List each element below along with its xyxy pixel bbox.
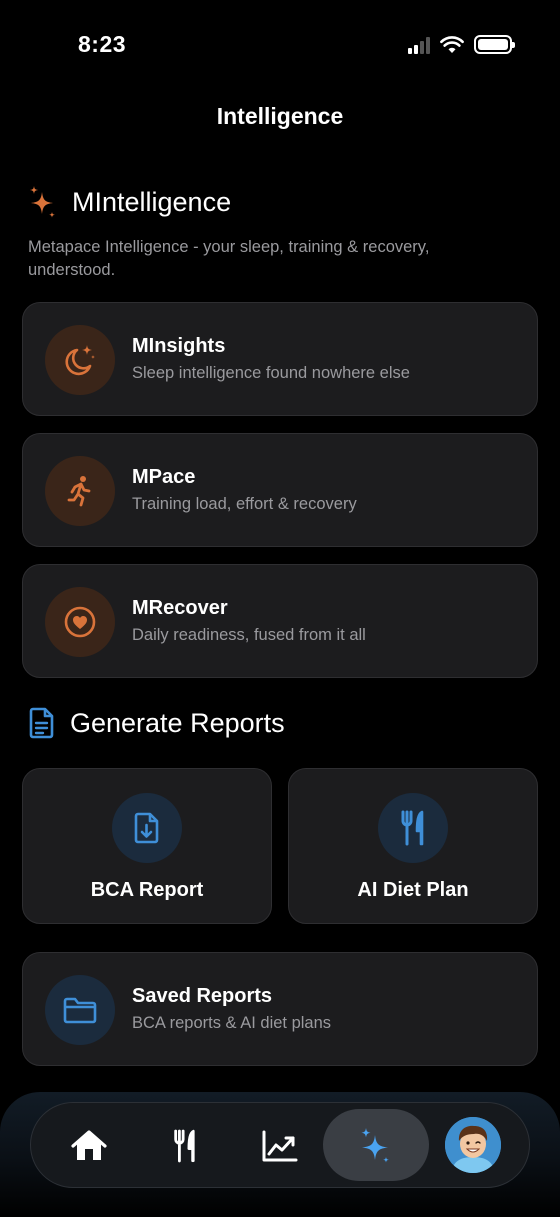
battery-icon bbox=[474, 35, 515, 54]
tab-bar bbox=[30, 1102, 530, 1188]
wifi-icon bbox=[440, 35, 464, 53]
saved-reports-subtitle: BCA reports & AI diet plans bbox=[132, 1014, 332, 1032]
saved-reports-title: Saved Reports bbox=[132, 985, 273, 1007]
minsights-icon-circle bbox=[45, 325, 115, 395]
document-icon bbox=[29, 707, 54, 739]
ai-diet-plan-label: AI Diet Plan bbox=[357, 879, 469, 901]
runner-icon bbox=[67, 476, 91, 507]
folder-icon bbox=[63, 997, 97, 1024]
bca-report-icon-circle bbox=[112, 793, 182, 863]
status-icons bbox=[408, 35, 515, 54]
cellular-signal-icon bbox=[408, 36, 430, 54]
tab-intelligence[interactable] bbox=[345, 1115, 407, 1177]
sparkles-icon bbox=[361, 1128, 389, 1163]
saved-reports-card[interactable]: Saved Reports BCA reports & AI diet plan… bbox=[22, 952, 538, 1066]
tab-home[interactable] bbox=[58, 1115, 120, 1177]
avatar-icon bbox=[445, 1117, 501, 1173]
reports-section-header: Generate Reports bbox=[28, 706, 285, 740]
sparkles-icon bbox=[30, 186, 55, 218]
mpace-card[interactable]: MPace Training load, effort & recovery bbox=[22, 433, 538, 547]
page-title: Intelligence bbox=[216, 103, 344, 129]
moon-stars-icon bbox=[65, 345, 95, 376]
mrecover-card[interactable]: MRecover Daily readiness, fused from it … bbox=[22, 564, 538, 678]
fork-knife-icon bbox=[174, 1129, 195, 1163]
saved-reports-icon-circle bbox=[45, 975, 115, 1045]
document-download-icon bbox=[134, 812, 159, 844]
heart-circle-icon bbox=[64, 606, 96, 638]
minsights-title: MInsights bbox=[132, 335, 226, 357]
intelligence-description: Metapace Intelligence - your sleep, trai… bbox=[28, 238, 430, 279]
intelligence-section-header: MIntelligence bbox=[28, 184, 231, 220]
status-time: 8:23 bbox=[78, 31, 127, 57]
minsights-subtitle: Sleep intelligence found nowhere else bbox=[132, 364, 410, 382]
mrecover-subtitle: Daily readiness, fused from it all bbox=[132, 626, 366, 644]
mpace-icon-circle bbox=[45, 456, 115, 526]
mrecover-icon-circle bbox=[45, 587, 115, 657]
tab-nutrition[interactable] bbox=[154, 1115, 216, 1177]
mpace-title: MPace bbox=[132, 466, 196, 488]
ai-diet-plan-icon-circle bbox=[378, 793, 448, 863]
bca-report-label: BCA Report bbox=[90, 879, 204, 901]
home-icon bbox=[71, 1130, 107, 1160]
mrecover-title: MRecover bbox=[132, 597, 228, 619]
intelligence-section-title: MIntelligence bbox=[72, 186, 232, 217]
minsights-card[interactable]: MInsights Sleep intelligence found nowhe… bbox=[22, 302, 538, 416]
fork-knife-icon bbox=[401, 810, 424, 846]
bca-report-tile[interactable]: BCA Report bbox=[22, 768, 272, 924]
chart-icon bbox=[262, 1130, 298, 1162]
mpace-subtitle: Training load, effort & recovery bbox=[132, 495, 357, 513]
ai-diet-plan-tile[interactable]: AI Diet Plan bbox=[288, 768, 538, 924]
tab-profile-avatar[interactable] bbox=[445, 1117, 501, 1173]
tab-progress[interactable] bbox=[249, 1115, 311, 1177]
reports-section-title: Generate Reports bbox=[70, 707, 285, 738]
status-bar: 8:23 bbox=[0, 0, 560, 90]
